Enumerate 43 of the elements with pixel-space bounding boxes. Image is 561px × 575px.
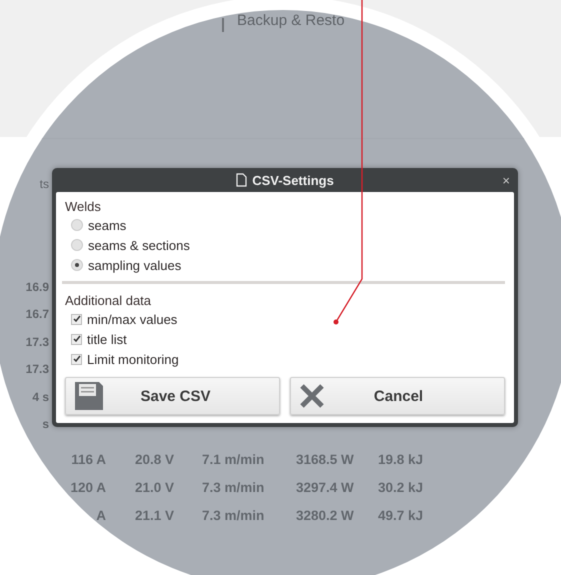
table-cell-text: 120 A [69, 480, 107, 495]
close-button[interactable]: × [502, 173, 510, 188]
x-icon [299, 383, 325, 409]
radio-button[interactable] [71, 259, 83, 271]
background-value: ts [40, 176, 50, 193]
table-cell-text: 30.2 kJ [378, 480, 424, 495]
background-value: 17.3 [26, 361, 50, 378]
radio-button[interactable] [71, 239, 83, 251]
checkbox[interactable] [71, 334, 82, 344]
table-cell-text: A [95, 508, 107, 523]
table-cell-text: 21.0 V [135, 480, 176, 495]
checkbox-option[interactable]: Limit monitoring [71, 349, 508, 369]
section-title: Additional data [65, 292, 152, 309]
table-cell-text: 7.1 m/min [202, 452, 266, 467]
table-cell-text: 20.8 V [135, 452, 176, 467]
checkbox-option[interactable]: min/max values [71, 309, 508, 329]
radio-button[interactable] [71, 219, 83, 231]
background-value: 17.3 [26, 334, 50, 350]
table-cell-text: 116 A [70, 452, 107, 467]
table-cell-text: 21.1 V [135, 508, 176, 523]
table-cell-text: 3297.4 W [296, 480, 355, 495]
table-cell-text: 3280.2 W [296, 508, 355, 523]
dialog-title: CSV-Settings [252, 172, 334, 188]
table-cell-text: 7.3 m/min [202, 480, 266, 495]
save-csv-button[interactable]: Save CSV [65, 377, 280, 415]
section-title: Welds [65, 198, 102, 215]
background-value: 16.9 [26, 278, 50, 296]
checkbox[interactable] [71, 354, 82, 364]
radio-option[interactable]: seams [71, 215, 508, 235]
tab-label: Backup & Resto [237, 12, 345, 29]
cancel-button[interactable]: Cancel [290, 377, 505, 415]
table-cell-text: 7.3 m/min [202, 508, 266, 523]
radio-option[interactable]: seams & sections [71, 235, 508, 255]
table-cell-text: 3168.5 W [296, 452, 355, 467]
background-value: s [42, 416, 50, 433]
file-icon [236, 173, 248, 187]
checkbox-option[interactable]: title list [71, 329, 508, 349]
background-value: 16.7 [26, 306, 50, 323]
radio-option[interactable]: sampling values [71, 255, 508, 275]
table-cell-text: 19.8 kJ [378, 452, 424, 467]
checkbox[interactable] [71, 314, 82, 324]
background-value: 4 s [32, 388, 50, 406]
table-cell-text: 49.7 kJ [378, 508, 424, 523]
